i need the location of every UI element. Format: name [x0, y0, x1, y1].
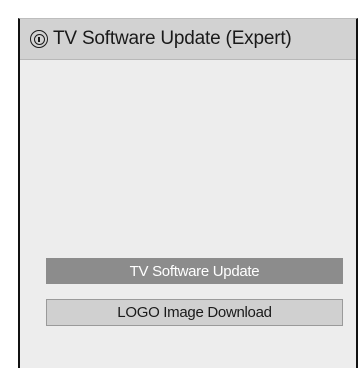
tv-software-update-label: TV Software Update [129, 262, 260, 280]
logo-image-download-label: LOGO Image Download [117, 304, 272, 321]
dialog-title: TV Software Update (Expert) [53, 28, 292, 49]
tv-software-update-button[interactable]: TV Software Update [46, 258, 343, 284]
logo-image-download-button[interactable]: LOGO Image Download [46, 299, 343, 326]
info-circle-icon [30, 30, 48, 48]
dialog-header: TV Software Update (Expert) [20, 19, 356, 60]
software-update-dialog: TV Software Update (Expert) TV Software … [18, 18, 358, 368]
